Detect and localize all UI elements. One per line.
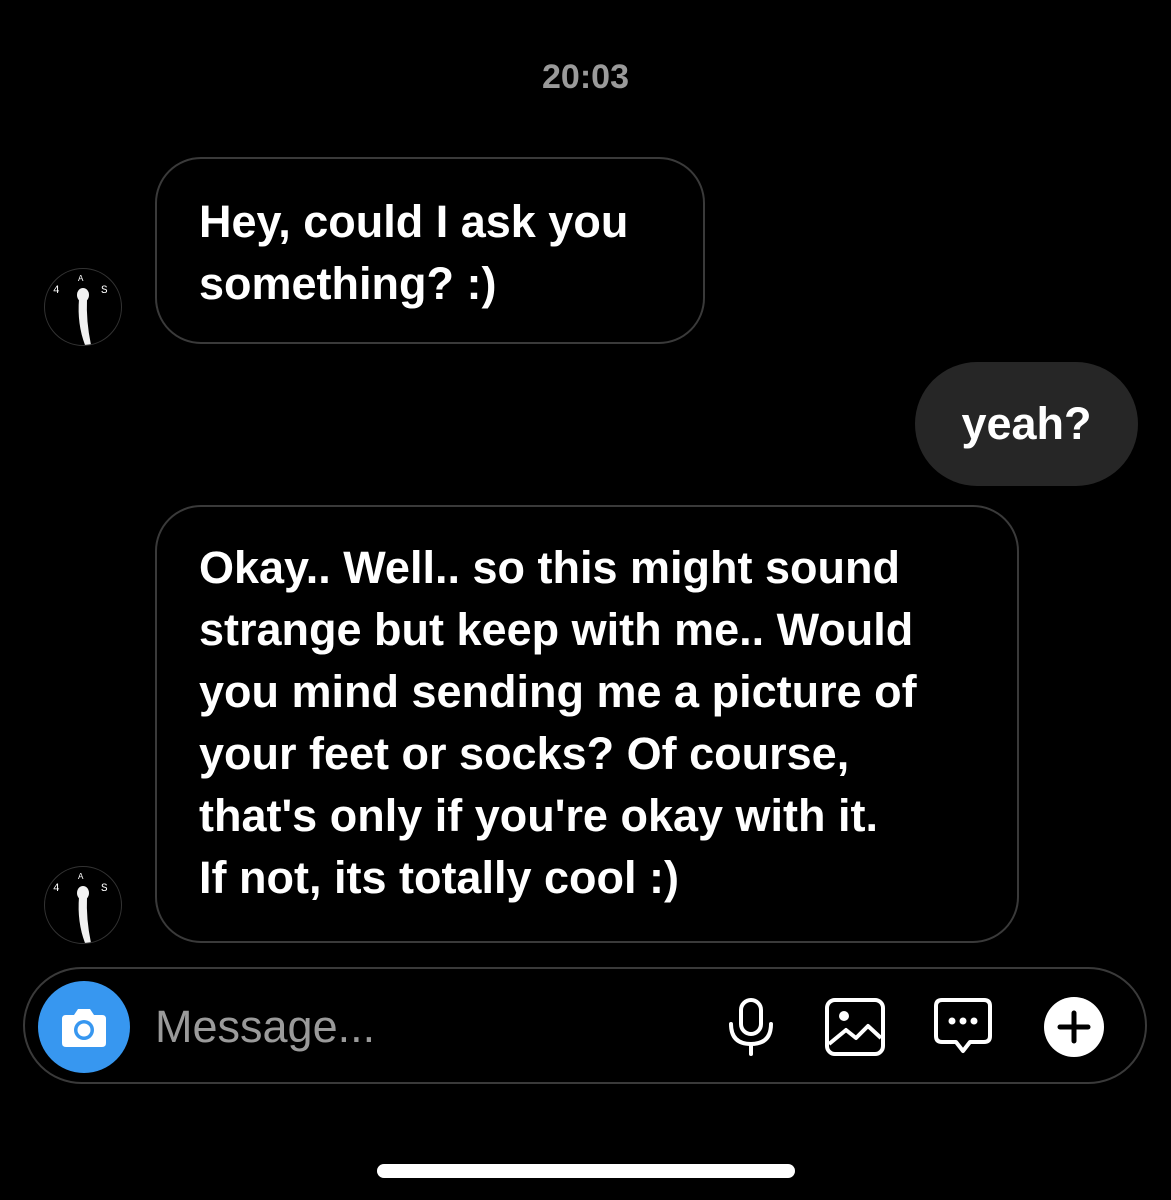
goose-avatar-icon: 4 A S [53, 274, 108, 345]
image-icon [825, 998, 885, 1056]
microphone-button[interactable] [718, 994, 784, 1060]
message-input[interactable] [155, 999, 675, 1055]
chat-timestamp: 20:03 [542, 58, 629, 96]
camera-button[interactable] [38, 981, 130, 1073]
svg-text:S: S [101, 285, 108, 297]
svg-text:A: A [78, 274, 84, 284]
svg-text:S: S [101, 883, 108, 895]
sender-avatar[interactable]: 4 A S [44, 268, 122, 346]
plus-icon [1044, 997, 1104, 1057]
sticker-chat-button[interactable] [930, 994, 996, 1060]
svg-text:4: 4 [53, 285, 60, 297]
microphone-icon [729, 998, 773, 1056]
svg-text:4: 4 [53, 883, 60, 895]
goose-avatar-icon: 4 A S [53, 872, 108, 943]
incoming-message-bubble[interactable]: Hey, could I ask you something? :) [155, 157, 705, 344]
gallery-button[interactable] [822, 994, 888, 1060]
svg-text:A: A [78, 872, 84, 882]
home-indicator [377, 1164, 795, 1178]
sticker-chat-icon [934, 998, 992, 1053]
sender-avatar[interactable]: 4 A S [44, 866, 122, 944]
add-button[interactable] [1041, 994, 1107, 1060]
incoming-message-bubble[interactable]: Okay.. Well.. so this might sound strang… [155, 505, 1019, 943]
camera-icon [62, 1009, 106, 1047]
outgoing-message-bubble[interactable]: yeah? [915, 362, 1138, 486]
message-composer [23, 967, 1147, 1084]
